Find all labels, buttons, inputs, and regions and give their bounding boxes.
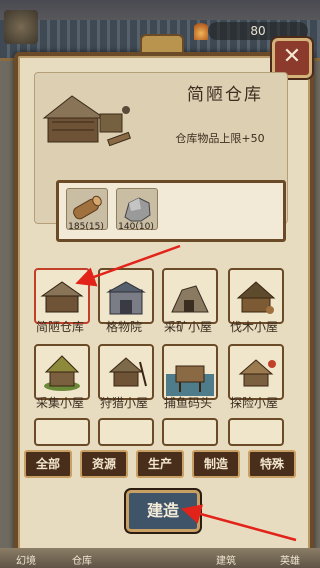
building-label: 狩猎小屋	[99, 396, 148, 410]
dialog-ornament	[140, 34, 184, 54]
building-gathering-hut[interactable]	[34, 344, 90, 400]
fire-icon	[194, 18, 208, 40]
building-fishing-dock[interactable]	[162, 344, 218, 400]
nav-heroes[interactable]: 英雄	[270, 552, 310, 567]
filter-tab-special[interactable]: 特殊	[248, 450, 296, 478]
building-label: 探险小屋	[229, 396, 278, 410]
nav-warehouse[interactable]: 仓库	[62, 552, 102, 567]
building-academy[interactable]	[98, 268, 154, 324]
building-mining-hut[interactable]	[162, 268, 218, 324]
building-simple-warehouse[interactable]	[34, 268, 90, 324]
building-slot[interactable]	[34, 418, 90, 446]
building-title: 简陋仓库	[187, 85, 263, 105]
nav-buildings[interactable]: 建筑	[206, 552, 246, 567]
building-label: 采矿小屋	[163, 320, 212, 334]
building-hunting-hut[interactable]	[98, 344, 154, 400]
build-button[interactable]: 建造	[126, 490, 200, 532]
filter-tab-all[interactable]: 全部	[24, 450, 72, 478]
building-label: 采集小屋	[35, 396, 84, 410]
building-slot[interactable]	[162, 418, 218, 446]
building-label: 简陋仓库	[35, 320, 84, 334]
building-effect: 仓库物品上限+50	[175, 132, 265, 145]
nav-illusion[interactable]: 幻境	[6, 552, 46, 567]
wood-cost-amount: 185(15)	[68, 222, 104, 232]
stone-cost-amount: 140(10)	[118, 222, 154, 232]
filter-tab-crafting[interactable]: 制造	[192, 450, 240, 478]
building-label: 伐木小屋	[229, 320, 278, 334]
warehouse-illustration	[42, 95, 132, 147]
filter-tab-production[interactable]: 生产	[136, 450, 184, 478]
building-slot[interactable]	[98, 418, 154, 446]
building-label: 格物院	[105, 320, 142, 334]
building-label: 捕鱼码头	[163, 396, 212, 410]
resource-slot-icon[interactable]	[4, 10, 38, 44]
filter-tab-resource[interactable]: 资源	[80, 450, 128, 478]
building-slot[interactable]	[228, 418, 284, 446]
building-logging-hut[interactable]	[228, 268, 284, 324]
building-exploration-hut[interactable]	[228, 344, 284, 400]
